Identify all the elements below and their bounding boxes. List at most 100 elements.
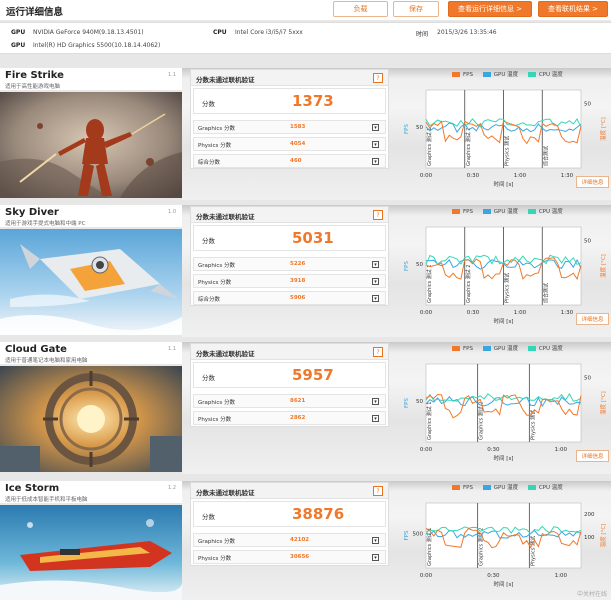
- y-axis-label-left: FPS: [404, 398, 410, 408]
- fire-strike-artwork: [0, 92, 182, 198]
- test-version: 1.2: [168, 485, 176, 491]
- y-tick-left: 500: [413, 532, 424, 538]
- gpu1-value: NVIDIA GeForce 940M(9.18.13.4501): [33, 29, 144, 36]
- sub-score-label: Physics 分数: [198, 280, 232, 286]
- overall-score-row: 分数 1373: [193, 88, 386, 114]
- y-tick-left: 50: [416, 125, 423, 131]
- cloud-gate-artwork: [0, 366, 182, 472]
- sub-score-label: Physics 分数: [198, 143, 232, 149]
- details-button[interactable]: 详细信息: [576, 176, 609, 188]
- expand-icon[interactable]: ▾: [372, 278, 379, 285]
- phase-label: 综合测试: [542, 283, 549, 303]
- sub-score-row[interactable]: Physics 分数 30656 ▾: [193, 550, 386, 564]
- sub-score-row[interactable]: Physics 分数 2862 ▾: [193, 411, 386, 425]
- sub-score-row[interactable]: Graphics 分数 1583 ▾: [193, 120, 386, 134]
- test-header: Sky Diver 1.0 适用于游戏手提式电脑和中端 PC: [0, 205, 182, 227]
- help-icon[interactable]: ?: [373, 73, 383, 83]
- test-description: 适用于高性能游戏电脑: [5, 84, 61, 90]
- x-tick: 0:00: [420, 573, 433, 579]
- sub-score-row[interactable]: Graphics 分数 42102 ▾: [193, 533, 386, 547]
- x-tick: 1:30: [561, 173, 574, 179]
- expand-icon[interactable]: ▾: [372, 398, 379, 405]
- sub-score-row[interactable]: Graphics 分数 8621 ▾: [193, 394, 386, 408]
- y-tick-right: 100: [584, 535, 595, 541]
- phase-label: Graphics 测试 1: [426, 402, 433, 440]
- test-header: Cloud Gate 1.1 适用于普通笔记本电脑和家用电脑: [0, 342, 182, 364]
- expand-icon[interactable]: ▾: [372, 295, 379, 302]
- help-icon[interactable]: ?: [373, 486, 383, 496]
- sub-score-row[interactable]: 综合分数 5906 ▾: [193, 291, 386, 305]
- details-button[interactable]: 详细信息: [576, 450, 609, 462]
- monitoring-chart: Graphics 测试 1 Graphics 测试 2 Physics 测试5002…: [404, 502, 607, 588]
- expand-icon[interactable]: ▾: [372, 124, 379, 131]
- expand-icon[interactable]: ▾: [372, 261, 379, 268]
- expand-icon[interactable]: ▾: [372, 158, 379, 165]
- y-axis-label-right: 温度 [°C]: [599, 391, 607, 415]
- test-name: Sky Diver: [5, 207, 59, 218]
- y-axis-label-left: FPS: [404, 261, 410, 271]
- view-run-details-button[interactable]: 查看运行详细信息 >: [448, 1, 532, 17]
- load-button[interactable]: 负载: [333, 1, 388, 17]
- sub-score-row[interactable]: Physics 分数 3918 ▾: [193, 274, 386, 288]
- expand-icon[interactable]: ▾: [372, 415, 379, 422]
- help-icon[interactable]: ?: [373, 210, 383, 220]
- sub-score-label: Graphics 分数: [198, 263, 236, 269]
- test-section-ice-storm: Ice Storm 1.2 适用于低成本智能手机和平板电脑 分数未通过联机验证 …: [0, 481, 611, 600]
- phase-label: Graphics 测试 2: [478, 528, 485, 566]
- expand-icon[interactable]: ▾: [372, 554, 379, 561]
- sub-score-label: Graphics 分数: [198, 126, 236, 132]
- expand-icon[interactable]: ▾: [372, 141, 379, 148]
- phase-label: Graphics 测试 2: [465, 265, 472, 303]
- sub-score-value: 4054: [290, 141, 306, 147]
- sky-diver-artwork: [0, 229, 182, 335]
- score-panel: 分数未通过联机验证 ? 分数 1373 Graphics 分数 1583 ▾ P…: [190, 69, 389, 169]
- test-name: Cloud Gate: [5, 344, 67, 355]
- sub-score-row[interactable]: 综合分数 460 ▾: [193, 154, 386, 168]
- chart-legend: FPS GPU 温度 CPU 温度: [452, 207, 571, 215]
- test-version: 1.1: [168, 72, 176, 78]
- test-description: 适用于游戏手提式电脑和中端 PC: [5, 221, 86, 227]
- x-tick: 0:30: [487, 573, 500, 579]
- sub-score-value: 5906: [290, 295, 306, 301]
- y-tick-right: 50: [584, 102, 591, 108]
- sub-score-row[interactable]: Physics 分数 4054 ▾: [193, 137, 386, 151]
- details-button[interactable]: 详细信息: [576, 313, 609, 325]
- save-button[interactable]: 保存: [393, 1, 439, 17]
- score-panel: 分数未通过联机验证 ? 分数 38876 Graphics 分数 42102 ▾…: [190, 482, 389, 566]
- sub-score-value: 42102: [290, 537, 310, 543]
- expand-icon[interactable]: ▾: [372, 537, 379, 544]
- x-axis-label: 时间 [s]: [494, 180, 514, 188]
- phase-label: Graphics 测试 2: [465, 128, 472, 166]
- sub-score-label: Graphics 分数: [198, 400, 236, 406]
- sub-score-value: 30656: [290, 554, 310, 560]
- y-axis-label-right: 温度 [°C]: [599, 524, 607, 548]
- test-header: Ice Storm 1.2 适用于低成本智能手机和平板电脑: [0, 481, 182, 503]
- phase-label: Graphics 测试 1: [426, 265, 433, 303]
- test-section-sky-diver: Sky Diver 1.0 适用于游戏手提式电脑和中端 PC 分数未通过联机验证…: [0, 205, 611, 337]
- system-info: GPU NVIDIA GeForce 940M(9.18.13.4501) GP…: [0, 22, 611, 54]
- sub-score-value: 460: [290, 158, 302, 164]
- help-icon[interactable]: ?: [373, 347, 383, 357]
- test-description: 适用于普通笔记本电脑和家用电脑: [5, 358, 88, 364]
- test-description: 适用于低成本智能手机和平板电脑: [5, 497, 88, 503]
- sub-score-value: 1583: [290, 124, 306, 130]
- chart-legend: FPS GPU 温度 CPU 温度: [452, 70, 571, 78]
- page-title: 运行详细信息: [6, 7, 64, 18]
- y-axis-label-left: FPS: [404, 530, 410, 540]
- sub-score-label: 综合分数: [198, 297, 221, 303]
- y-tick-right: 50: [584, 376, 591, 382]
- x-tick: 0:30: [487, 447, 500, 453]
- sub-score-label: 综合分数: [198, 160, 221, 166]
- view-online-results-button[interactable]: 查看联机结果 >: [538, 1, 608, 17]
- test-name: Fire Strike: [5, 70, 64, 81]
- test-name: Ice Storm: [5, 483, 60, 494]
- gpu2-value: Intel(R) HD Graphics 5500(10.18.14.4062): [33, 42, 161, 49]
- sub-score-row[interactable]: Graphics 分数 5226 ▾: [193, 257, 386, 271]
- x-tick: 1:00: [514, 173, 527, 179]
- score-panel: 分数未通过联机验证 ? 分数 5957 Graphics 分数 8621 ▾ P…: [190, 343, 389, 427]
- cpu-label: CPU: [213, 29, 227, 36]
- x-axis-label: 时间 [s]: [494, 454, 514, 462]
- x-axis-label: 时间 [s]: [494, 580, 514, 588]
- x-tick: 0:00: [420, 173, 433, 179]
- sub-score-value: 3918: [290, 278, 306, 284]
